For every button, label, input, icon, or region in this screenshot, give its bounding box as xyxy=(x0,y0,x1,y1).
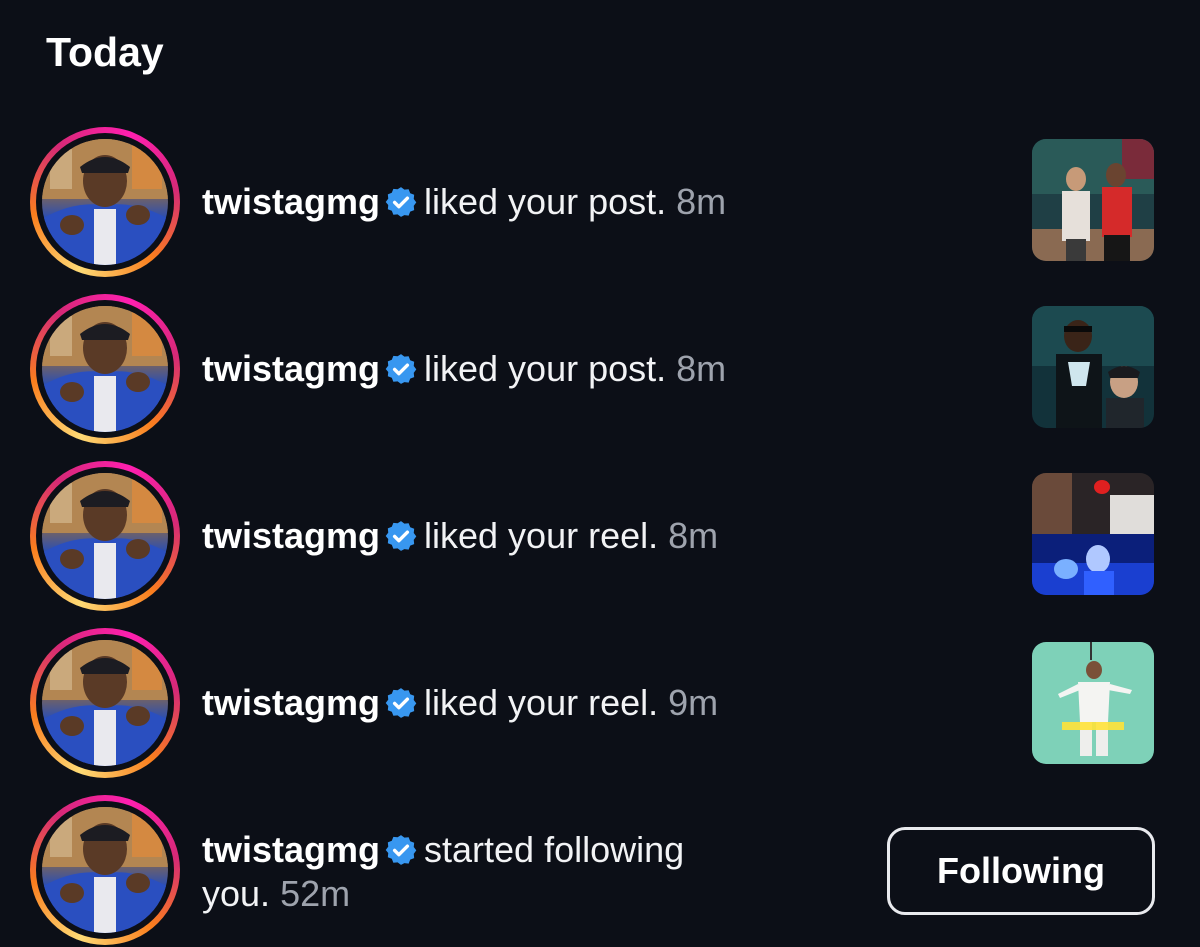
notification-time: 9m xyxy=(668,682,719,723)
reel-thumbnail[interactable] xyxy=(1032,642,1154,764)
post-thumbnail[interactable] xyxy=(1032,139,1154,261)
avatar[interactable] xyxy=(30,795,180,945)
section-title: Today xyxy=(46,29,164,75)
notification-text: twistagmg liked your post. 8m xyxy=(202,347,726,391)
notifications-screen: Today twistagmg liked your post. 8m twis… xyxy=(0,0,1200,947)
verified-badge-icon xyxy=(385,521,417,551)
username-link[interactable]: twistagmg xyxy=(202,829,380,870)
notification-text: twistagmg started following you. 52m xyxy=(202,828,684,916)
notification-action: liked your reel. xyxy=(424,515,659,556)
notification-time: 8m xyxy=(676,348,727,389)
notification-action: started following xyxy=(424,829,685,870)
verified-badge-icon xyxy=(385,187,417,217)
notification-action: liked your post. xyxy=(424,181,667,222)
username-link[interactable]: twistagmg xyxy=(202,181,380,222)
following-button[interactable]: Following xyxy=(887,827,1155,915)
notification-text: twistagmg liked your reel. 9m xyxy=(202,681,718,725)
avatar[interactable] xyxy=(30,461,180,611)
avatar[interactable] xyxy=(30,127,180,277)
avatar[interactable] xyxy=(30,294,180,444)
notification-row[interactable]: twistagmg liked your post. 8m xyxy=(0,127,1200,277)
verified-badge-icon xyxy=(385,835,417,865)
verified-badge-icon xyxy=(385,354,417,384)
notification-time: 8m xyxy=(676,181,727,222)
username-link[interactable]: twistagmg xyxy=(202,515,380,556)
notification-action: liked your reel. xyxy=(424,682,659,723)
reel-thumbnail[interactable] xyxy=(1032,473,1154,595)
username-link[interactable]: twistagmg xyxy=(202,348,380,389)
notification-text: twistagmg liked your post. 8m xyxy=(202,180,726,224)
notification-row[interactable]: twistagmg liked your reel. 9m xyxy=(0,628,1200,778)
username-link[interactable]: twistagmg xyxy=(202,682,380,723)
notification-text: twistagmg liked your reel. 8m xyxy=(202,514,718,558)
notification-row[interactable]: twistagmg liked your post. 8m xyxy=(0,294,1200,444)
notification-row[interactable]: twistagmg liked your reel. 8m xyxy=(0,461,1200,611)
post-thumbnail[interactable] xyxy=(1032,306,1154,428)
notification-action: liked your post. xyxy=(424,348,667,389)
notification-time: 52m xyxy=(280,873,351,914)
notification-time: 8m xyxy=(668,515,719,556)
avatar[interactable] xyxy=(30,628,180,778)
verified-badge-icon xyxy=(385,688,417,718)
notification-action-continued: you. xyxy=(202,873,271,914)
